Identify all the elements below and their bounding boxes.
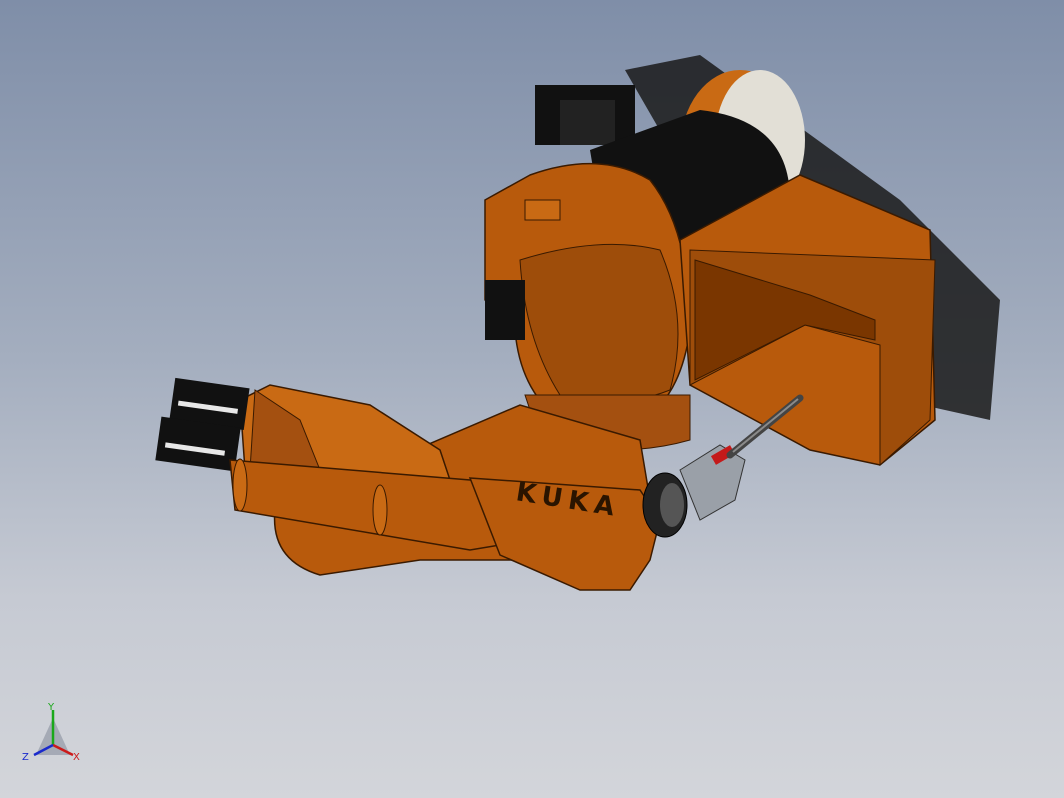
coordinate-triad: Y X Z xyxy=(22,702,80,763)
motor-housing-box xyxy=(560,100,615,145)
side-motor xyxy=(485,280,525,340)
base-tab xyxy=(524,199,561,221)
3d-viewport[interactable]: KUKA Y X Z xyxy=(0,0,1064,798)
x-axis-label: X xyxy=(73,752,80,763)
wrist-flange-inner xyxy=(660,483,684,527)
forearm-ring-2 xyxy=(372,484,388,536)
z-axis-label: Z xyxy=(22,752,29,763)
y-axis-label: Y xyxy=(47,702,55,713)
robot-model[interactable]: KUKA xyxy=(0,0,1064,798)
forearm-ring-1 xyxy=(232,458,248,512)
